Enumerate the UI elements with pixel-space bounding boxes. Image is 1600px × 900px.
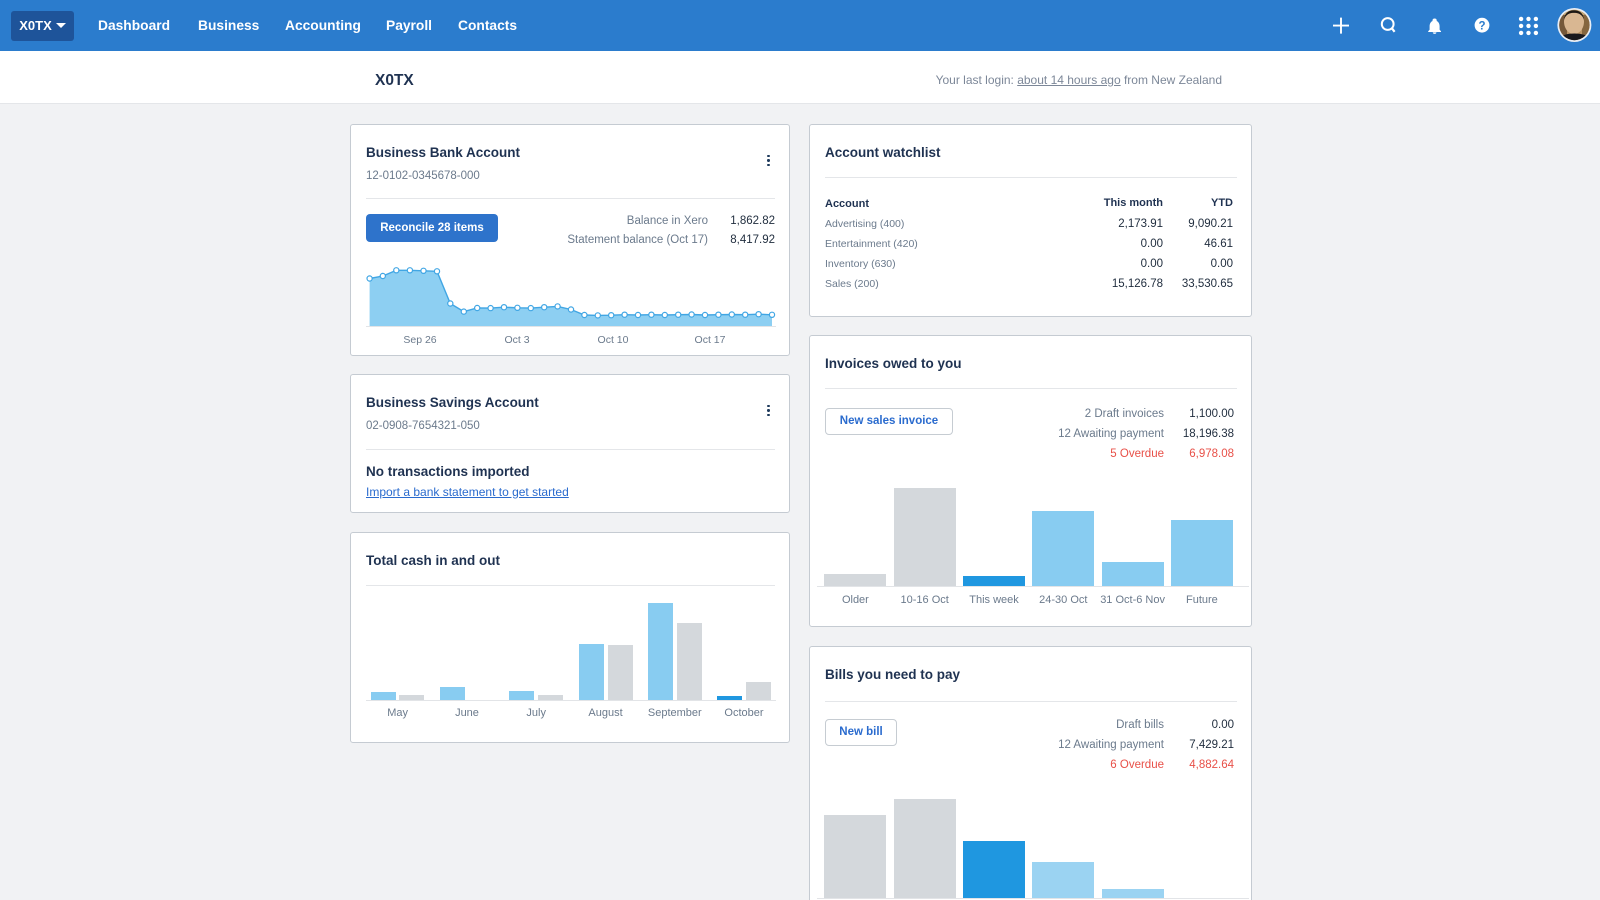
svg-text:?: ? (1478, 20, 1485, 32)
